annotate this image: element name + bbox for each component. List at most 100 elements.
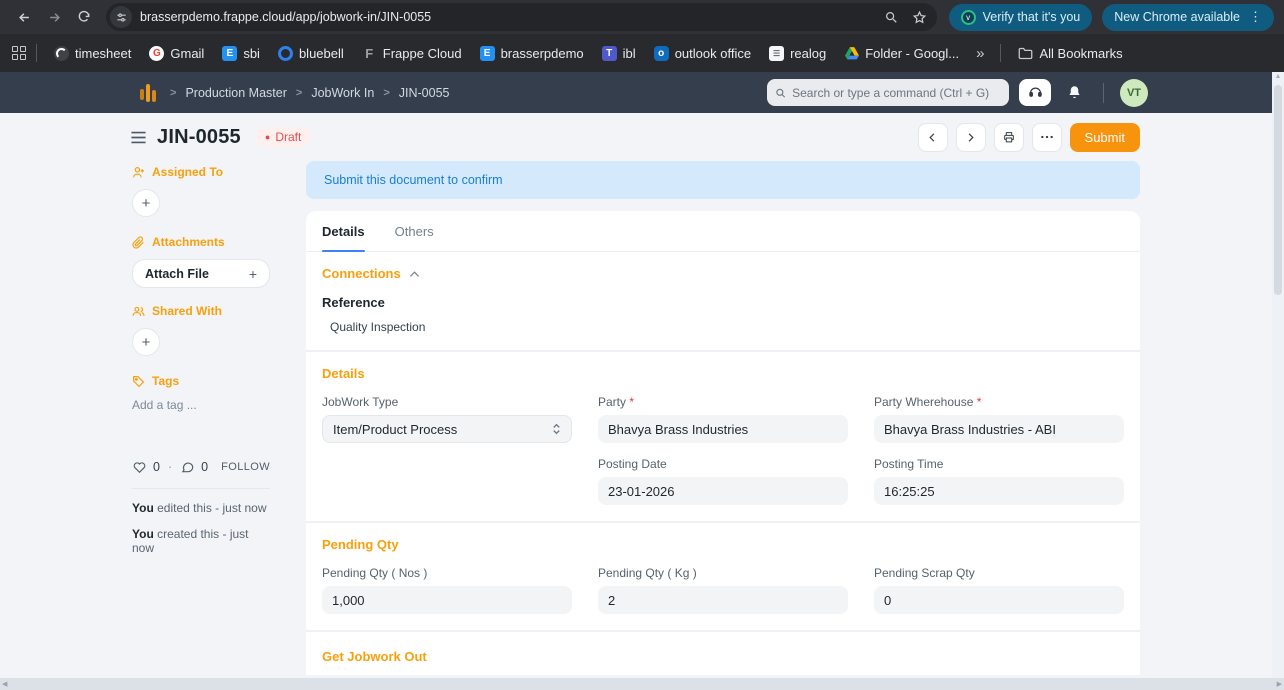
plus-icon: + <box>249 266 257 282</box>
chevron-left-icon <box>927 132 938 143</box>
comment-count[interactable]: 0 <box>201 460 208 474</box>
chevron-up-icon[interactable] <box>409 270 420 278</box>
shared-with-label: Shared With <box>152 304 222 318</box>
apps-grid-icon[interactable] <box>12 46 26 60</box>
follow-button[interactable]: FOLLOW <box>221 461 270 473</box>
pending-qty-nos-input[interactable]: 1,000 <box>322 586 572 614</box>
headset-icon <box>1028 85 1043 100</box>
prev-document-button[interactable] <box>918 123 948 152</box>
party-warehouse-input[interactable]: Bhavya Brass Industries - ABI <box>874 415 1124 443</box>
select-arrows-icon <box>552 423 561 435</box>
address-bar[interactable]: brasserpdemo.frappe.cloud/app/jobwork-in… <box>106 3 937 31</box>
field-pending-qty-kg: Pending Qty ( Kg ) 2 <box>598 566 848 614</box>
gmail-icon: G <box>149 46 164 61</box>
divider <box>36 44 37 62</box>
add-tag-input[interactable]: Add a tag ... <box>132 398 270 412</box>
update-chip-label: New Chrome available <box>1114 10 1240 24</box>
add-share-button[interactable]: + <box>132 328 160 356</box>
notifications-button[interactable] <box>1061 79 1087 106</box>
posting-time-input[interactable]: 16:25:25 <box>874 477 1124 505</box>
verify-icon: v <box>961 10 976 25</box>
bookmark-realog[interactable]: ☰ realog <box>762 42 833 65</box>
comment-icon[interactable] <box>180 460 195 474</box>
scroll-up-icon[interactable]: ▲ <box>1272 73 1284 80</box>
pending-scrap-qty-input[interactable]: 0 <box>874 586 1124 614</box>
add-assignment-button[interactable]: + <box>132 189 160 217</box>
browser-menu-icon[interactable]: ⋮ <box>1249 9 1262 25</box>
jobwork-type-select[interactable]: Item/Product Process <box>322 415 572 443</box>
frappe-icon: F <box>362 46 377 61</box>
field-label: Pending Scrap Qty <box>874 566 1124 580</box>
users-icon <box>132 305 145 318</box>
dot-separator: · <box>168 460 172 474</box>
next-document-button[interactable] <box>956 123 986 152</box>
divider <box>132 488 270 489</box>
posting-date-input[interactable]: 23-01-2026 <box>598 477 848 505</box>
document-sidebar: Assigned To + Attachments Attach File + … <box>130 161 306 675</box>
back-icon[interactable] <box>10 3 38 31</box>
like-count[interactable]: 0 <box>153 460 160 474</box>
bookmark-gmail[interactable]: G Gmail <box>142 42 211 65</box>
all-bookmarks-button[interactable]: All Bookmarks <box>1011 42 1129 65</box>
required-asterisk: * <box>629 395 634 409</box>
scroll-left-icon[interactable]: ◀ <box>2 680 7 688</box>
field-label: Pending Qty ( Kg ) <box>598 566 848 580</box>
bookmark-label: realog <box>790 46 826 61</box>
app-logo-icon[interactable] <box>140 83 156 103</box>
outlook-icon: o <box>654 46 669 61</box>
vertical-scrollbar-thumb[interactable] <box>1274 85 1282 295</box>
bookmark-timesheet[interactable]: timesheet <box>47 42 138 65</box>
pending-qty-kg-input[interactable]: 2 <box>598 586 848 614</box>
required-asterisk: * <box>977 395 982 409</box>
verify-identity-chip[interactable]: v Verify that it's you <box>949 4 1093 31</box>
bookmark-sbi[interactable]: E sbi <box>215 42 267 65</box>
heart-icon[interactable] <box>132 460 147 474</box>
bookmark-bluebell[interactable]: bluebell <box>271 42 351 65</box>
sidebar-toggle-icon[interactable] <box>130 130 147 145</box>
global-search[interactable] <box>767 79 1009 106</box>
field-pending-qty-nos: Pending Qty ( Nos ) 1,000 <box>322 566 572 614</box>
more-options-button[interactable] <box>1032 123 1062 152</box>
reactions-row: 0 · 0 FOLLOW <box>132 460 270 474</box>
attachments-section: Attachments <box>132 235 270 249</box>
chrome-update-chip[interactable]: New Chrome available ⋮ <box>1102 4 1274 31</box>
dot-icon: ● <box>265 132 270 142</box>
search-in-page-icon[interactable] <box>884 10 898 24</box>
avatar[interactable]: VT <box>1120 79 1148 107</box>
pending-qty-heading: Pending Qty <box>322 537 399 552</box>
reload-icon[interactable] <box>70 3 98 31</box>
tab-details[interactable]: Details <box>322 211 365 251</box>
vertical-scrollbar[interactable]: ▲ <box>1272 72 1284 678</box>
attach-file-button[interactable]: Attach File + <box>132 259 270 288</box>
breadcrumb-production-master[interactable]: Production Master <box>185 86 286 100</box>
bookmark-frappe-cloud[interactable]: F Frappe Cloud <box>355 42 469 65</box>
scroll-right-icon[interactable]: ▶ <box>1277 680 1282 688</box>
all-bookmarks-label: All Bookmarks <box>1039 46 1122 61</box>
bookmark-label: ibl <box>623 46 636 61</box>
breadcrumb-jin-0055[interactable]: JIN-0055 <box>399 86 450 100</box>
chevron-right-icon: > <box>170 87 176 99</box>
header-actions: Submit <box>918 123 1140 152</box>
help-headset-button[interactable] <box>1019 79 1051 106</box>
breadcrumb-jobwork-in[interactable]: JobWork In <box>311 86 374 100</box>
bookmark-brasserpdemo[interactable]: E brasserpdemo <box>473 42 591 65</box>
bookmark-drive-folder[interactable]: Folder - Googl... <box>837 42 966 65</box>
forward-icon[interactable] <box>40 3 68 31</box>
horizontal-scrollbar[interactable]: ◀ ▶ <box>0 678 1284 690</box>
bookmarks-overflow-chevron[interactable]: » <box>970 45 990 62</box>
chevron-right-icon <box>965 132 976 143</box>
details-heading: Details <box>322 366 365 381</box>
printer-icon <box>1002 131 1016 144</box>
party-input[interactable]: Bhavya Brass Industries <box>598 415 848 443</box>
bookmark-star-icon[interactable] <box>912 10 927 25</box>
print-button[interactable] <box>994 123 1024 152</box>
tab-others[interactable]: Others <box>395 211 434 251</box>
bookmark-ibl[interactable]: T ibl <box>595 42 643 65</box>
bookmark-outlook[interactable]: o outlook office <box>647 42 758 65</box>
connection-link-quality-inspection[interactable]: Quality Inspection <box>322 320 1124 334</box>
search-input[interactable] <box>792 86 1001 100</box>
site-settings-icon[interactable] <box>110 6 132 28</box>
bookmark-label: Gmail <box>170 46 204 61</box>
submit-button[interactable]: Submit <box>1070 123 1140 152</box>
field-label: Pending Qty ( Nos ) <box>322 566 572 580</box>
